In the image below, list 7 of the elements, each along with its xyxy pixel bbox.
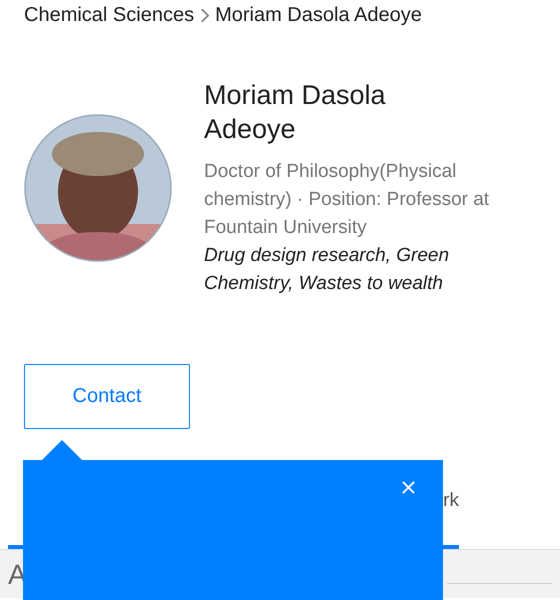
research-interests: Drug design research, Green Chemistry, Wastes to wealth	[204, 244, 450, 296]
contact-button[interactable]: Contact	[24, 364, 190, 429]
profile-details: Doctor of Philosophy(Physical chemistry) · Position: Professor at Fountain University	[204, 160, 490, 240]
close-icon[interactable]	[402, 481, 415, 494]
breadcrumb-link[interactable]: Chemical Sciences	[24, 4, 194, 26]
profile-name: Moriam Dasola Adeoye	[204, 79, 387, 146]
chevron-icon	[200, 8, 210, 22]
